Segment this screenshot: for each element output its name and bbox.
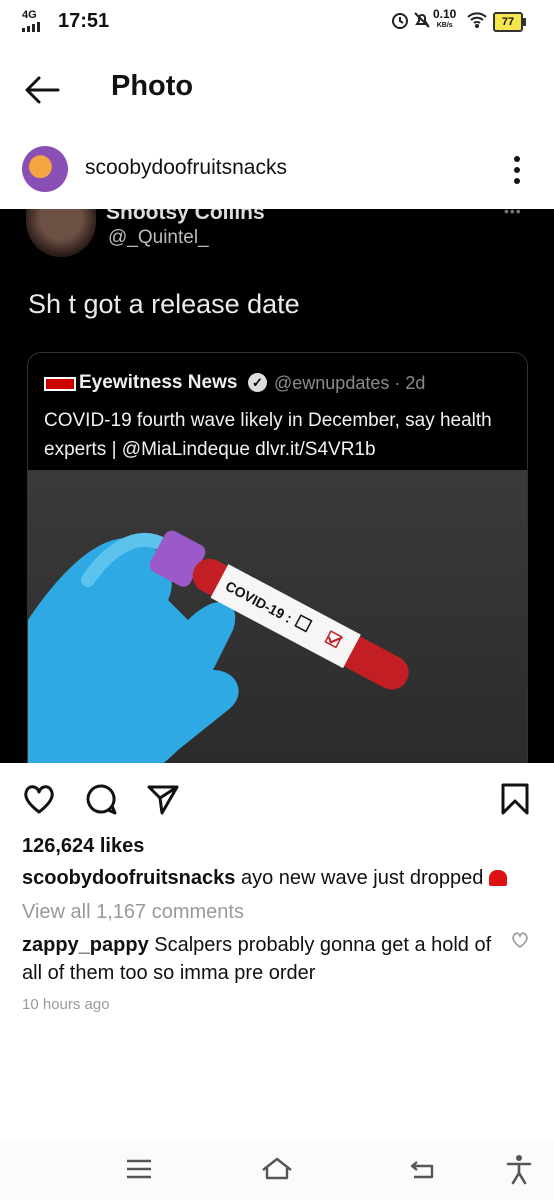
share-icon[interactable] <box>146 782 180 816</box>
tweet-author-handle: @_Quintel_ <box>108 227 209 248</box>
comment-username[interactable]: zappy_pappy <box>22 934 149 956</box>
comment-like-icon[interactable] <box>510 930 530 950</box>
recent-apps-icon[interactable] <box>122 1152 156 1186</box>
user-avatar[interactable] <box>22 146 68 192</box>
tweet-author-avatar <box>26 209 96 257</box>
wifi-icon <box>467 12 487 28</box>
tweet-text: Sh t got a release date <box>28 289 300 319</box>
post-image[interactable]: Snootsy Collins @_Quintel_ ••• Sh t got … <box>0 209 554 763</box>
post-caption: scoobydoofruitsnacks ayo new wave just d… <box>22 867 508 890</box>
comment-icon[interactable] <box>84 782 118 816</box>
tweet-author-name: Snootsy Collins <box>106 209 265 224</box>
status-bar: 4G 17:51 0.10 KB/s 77 <box>0 0 554 44</box>
page-title: Photo <box>111 70 194 102</box>
covid-test-tube-photo: COVID-19 : <box>28 470 527 763</box>
likes-count[interactable]: 126,624 likes <box>22 835 144 858</box>
network-type: 4G <box>22 9 37 21</box>
comment-item: zappy_pappy Scalpers probably gonna get … <box>22 931 492 987</box>
quoted-tweet-text: COVID-19 fourth wave likely in December,… <box>44 410 492 460</box>
home-icon[interactable] <box>260 1152 294 1186</box>
caption-text: ayo new wave just dropped <box>240 867 484 889</box>
accessibility-icon[interactable] <box>502 1152 536 1186</box>
gloved-hand-test-tube-illustration: COVID-19 : <box>28 530 409 763</box>
more-options-icon[interactable] <box>502 152 532 188</box>
caption-username[interactable]: scoobydoofruitsnacks <box>22 867 235 889</box>
status-time: 17:51 <box>58 10 110 32</box>
network-speed: 0.10 KB/s <box>433 7 457 29</box>
news-logo-icon <box>44 377 76 391</box>
view-all-comments-link[interactable]: View all 1,167 comments <box>22 901 244 924</box>
quoted-source-name: Eyewitness News <box>79 372 238 393</box>
like-heart-icon[interactable] <box>22 782 56 816</box>
quoted-handle-time: @ewnupdates · 2d <box>274 373 426 393</box>
signal-icon <box>22 22 40 32</box>
post-username[interactable]: scoobydoofruitsnacks <box>85 156 287 180</box>
back-arrow-icon[interactable] <box>22 70 62 110</box>
alarm-icon <box>392 13 408 29</box>
post-timestamp: 10 hours ago <box>22 996 110 1013</box>
verified-badge-icon: ✓ <box>248 373 267 392</box>
battery-indicator: 77 <box>493 12 526 32</box>
mute-notifications-icon <box>414 12 430 28</box>
tweet-more-icon: ••• <box>504 209 522 219</box>
bookmark-icon[interactable] <box>498 782 532 816</box>
back-nav-icon[interactable] <box>406 1152 440 1186</box>
siren-emoji-icon <box>489 870 508 886</box>
quoted-tweet-card: Eyewitness News ✓ @ewnupdates · 2d COVID… <box>27 352 528 763</box>
